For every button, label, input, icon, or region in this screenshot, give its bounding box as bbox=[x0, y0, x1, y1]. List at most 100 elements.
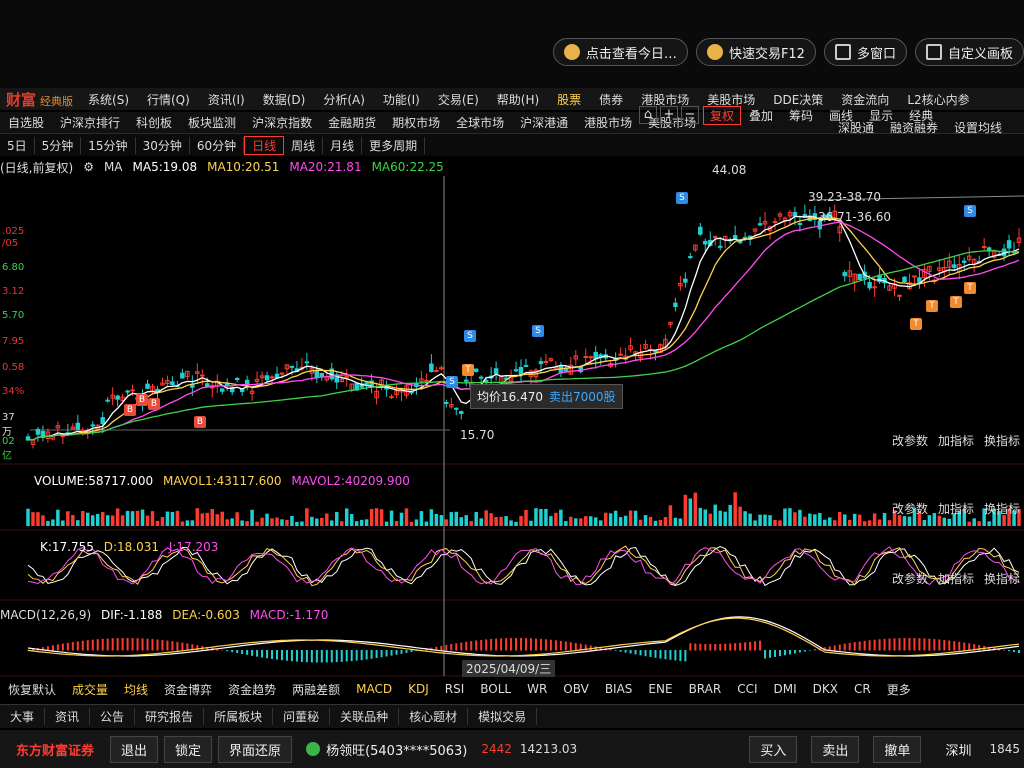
t-marker-icon[interactable]: T bbox=[950, 296, 962, 308]
macd-bar bbox=[400, 650, 403, 654]
volume-bar bbox=[703, 509, 708, 526]
account-info[interactable]: 杨领旺(5403****5063) bbox=[306, 740, 467, 759]
indicator-tab[interactable]: DKX bbox=[805, 682, 846, 696]
volume-bar bbox=[285, 519, 289, 526]
macd-bar bbox=[176, 641, 179, 651]
volume-bar bbox=[564, 521, 568, 526]
sell-marker-icon[interactable]: S bbox=[446, 376, 458, 388]
macd-bar bbox=[749, 641, 752, 651]
candle-body bbox=[961, 260, 967, 263]
candle-body bbox=[35, 428, 41, 435]
indicator-tab[interactable]: ENE bbox=[640, 682, 680, 696]
sell-button[interactable]: 卖出 bbox=[811, 735, 860, 763]
switch-indicator-button[interactable]: 换指标 bbox=[984, 432, 1020, 449]
indicator-tab[interactable]: 资金博弈 bbox=[156, 681, 220, 698]
macd-bar bbox=[315, 650, 318, 663]
buy-marker-icon[interactable]: B bbox=[148, 398, 160, 410]
volume-bar bbox=[245, 521, 249, 526]
volume-bar bbox=[987, 521, 991, 526]
t-marker-icon[interactable]: T bbox=[462, 364, 474, 376]
volume-bar bbox=[320, 517, 324, 526]
candle-body bbox=[518, 367, 524, 376]
volume-bar bbox=[140, 509, 145, 526]
macd-bar bbox=[843, 643, 846, 651]
volume-bar bbox=[773, 519, 777, 526]
status-bar: 东方财富证券 退出 锁定 界面还原 杨领旺(5403****5063) 2442… bbox=[0, 730, 1024, 768]
indicator-tab[interactable]: BRAR bbox=[681, 682, 730, 696]
volume-bar bbox=[818, 512, 822, 526]
macd-bar bbox=[370, 650, 373, 659]
info-tab-simulated-trade[interactable]: 模拟交易 bbox=[468, 708, 538, 725]
info-tab-research[interactable]: 研究报告 bbox=[135, 708, 205, 725]
indicator-tab[interactable]: OBV bbox=[555, 682, 597, 696]
indicator-tab[interactable]: 两融差额 bbox=[284, 681, 348, 698]
indicator-tab[interactable]: MACD bbox=[348, 682, 400, 696]
indicator-tab[interactable]: BIAS bbox=[597, 682, 641, 696]
info-tab-sectors[interactable]: 所属板块 bbox=[204, 708, 274, 725]
info-tab-ask-secretary[interactable]: 问董秘 bbox=[273, 708, 331, 725]
add-indicator-button[interactable]: 加指标 bbox=[938, 432, 974, 449]
candle-body bbox=[797, 222, 803, 225]
indicator-tab[interactable]: 更多 bbox=[879, 681, 919, 698]
indicator-tab[interactable]: CR bbox=[846, 682, 879, 696]
switch-indicator-button[interactable]: 换指标 bbox=[984, 570, 1020, 587]
add-indicator-button[interactable]: 加指标 bbox=[938, 500, 974, 517]
volume-bar bbox=[225, 519, 229, 526]
info-tab-news[interactable]: 资讯 bbox=[45, 708, 91, 725]
sell-marker-icon[interactable]: S bbox=[532, 325, 544, 337]
indicator-tab[interactable]: DMI bbox=[766, 682, 805, 696]
index-label: 深圳 bbox=[945, 743, 972, 759]
indicator-tab[interactable]: 恢复默认 bbox=[0, 681, 64, 698]
switch-indicator-button[interactable]: 换指标 bbox=[984, 500, 1020, 517]
exit-button[interactable]: 退出 bbox=[110, 735, 159, 763]
edit-params-button[interactable]: 改参数 bbox=[892, 432, 928, 449]
cancel-order-button[interactable]: 撤单 bbox=[873, 735, 922, 763]
macd-bar bbox=[440, 645, 443, 651]
volume-bar bbox=[220, 511, 224, 526]
indicator-tab[interactable]: WR bbox=[519, 682, 555, 696]
indicator-tab[interactable]: RSI bbox=[437, 682, 473, 696]
buy-marker-icon[interactable]: B bbox=[194, 416, 206, 428]
volume-bar bbox=[653, 520, 658, 526]
t-marker-icon[interactable]: T bbox=[910, 318, 922, 330]
macd-bar bbox=[380, 650, 383, 658]
volume-bar bbox=[86, 512, 90, 526]
volume-bar bbox=[559, 509, 563, 526]
t-marker-icon[interactable]: T bbox=[926, 300, 938, 312]
buy-marker-icon[interactable]: B bbox=[136, 394, 148, 406]
buy-marker-icon[interactable]: B bbox=[124, 404, 136, 416]
restore-layout-button[interactable]: 界面还原 bbox=[218, 735, 293, 763]
edit-params-button[interactable]: 改参数 bbox=[892, 570, 928, 587]
macd-bar bbox=[480, 639, 483, 651]
indicator-tab[interactable]: BOLL bbox=[472, 682, 519, 696]
volume-bar bbox=[574, 518, 578, 526]
indicator-tab[interactable]: KDJ bbox=[400, 682, 437, 696]
add-indicator-button[interactable]: 加指标 bbox=[938, 570, 974, 587]
info-tab-announcements[interactable]: 公告 bbox=[90, 708, 136, 725]
lock-button[interactable]: 锁定 bbox=[164, 735, 213, 763]
macd-bar bbox=[694, 643, 697, 651]
info-tab-events[interactable]: 大事 bbox=[0, 708, 46, 725]
volume-bar bbox=[160, 517, 165, 526]
broker-brand: 东方财富证券 bbox=[16, 743, 95, 759]
buy-button[interactable]: 买入 bbox=[749, 735, 798, 763]
indicator-tab[interactable]: 均线 bbox=[116, 681, 156, 698]
indicator-tab[interactable]: CCI bbox=[729, 682, 765, 696]
volume-bar bbox=[394, 520, 399, 526]
indicator-tab[interactable]: 资金趋势 bbox=[220, 681, 284, 698]
volume-bar bbox=[369, 508, 374, 526]
info-tab-core-themes[interactable]: 核心题材 bbox=[399, 708, 469, 725]
volume-bar bbox=[255, 521, 259, 526]
sell-marker-icon[interactable]: S bbox=[464, 330, 476, 342]
candle-body bbox=[513, 369, 519, 372]
info-tab-related[interactable]: 关联品种 bbox=[330, 708, 400, 725]
indicator-tab[interactable]: 成交量 bbox=[64, 681, 116, 698]
volume-bar bbox=[275, 517, 279, 526]
edit-params-button[interactable]: 改参数 bbox=[892, 500, 928, 517]
volume-bar bbox=[688, 498, 693, 526]
t-marker-icon[interactable]: T bbox=[964, 282, 976, 294]
volume-bar bbox=[270, 518, 274, 526]
sell-marker-icon[interactable]: S bbox=[964, 205, 976, 217]
volume-bar bbox=[613, 510, 618, 526]
sell-marker-icon[interactable]: S bbox=[676, 192, 688, 204]
